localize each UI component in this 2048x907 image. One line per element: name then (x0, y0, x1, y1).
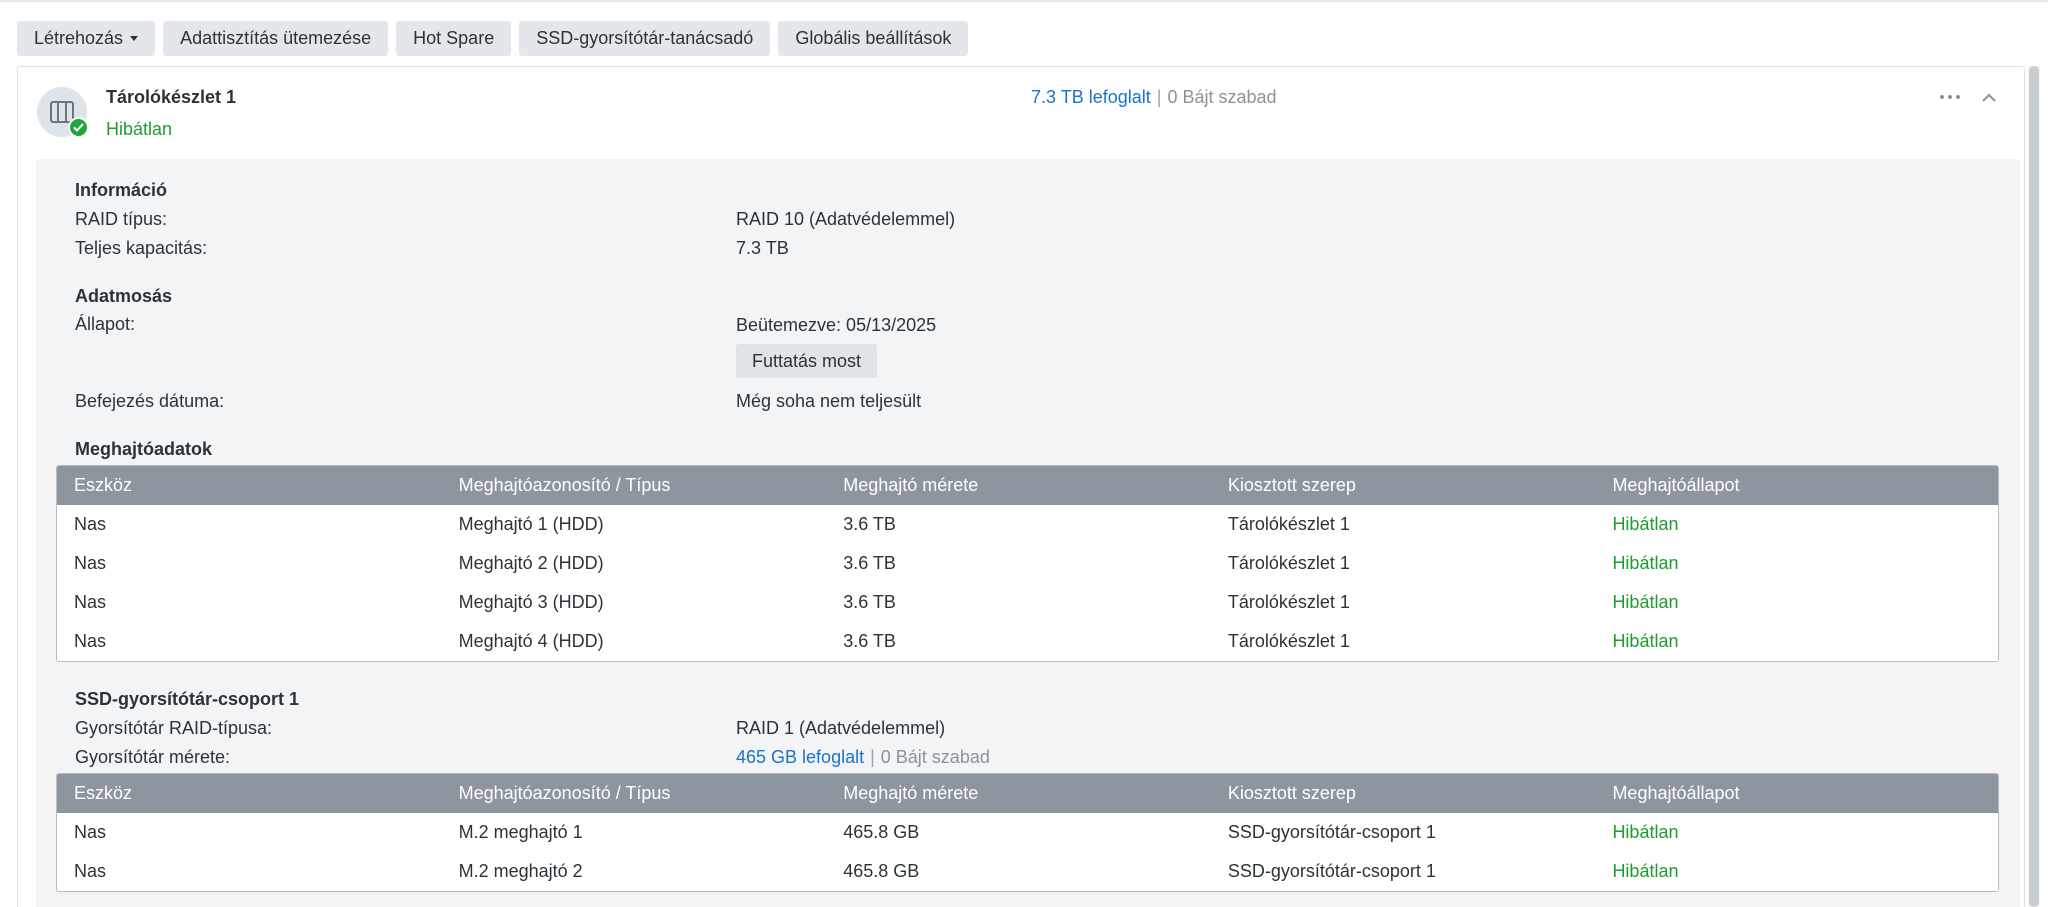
table-row[interactable]: Nas Meghajtó 2 (HDD) 3.6 TB Tárolókészle… (57, 544, 1998, 583)
role-cell: SSD-gyorsítótár-csoport 1 (1227, 861, 1436, 881)
table-row[interactable]: Nas Meghajtó 4 (HDD) 3.6 TB Tárolókészle… (57, 622, 1998, 661)
hot-spare-button[interactable]: Hot Spare (396, 21, 512, 56)
scrollbar-thumb[interactable] (2029, 66, 2039, 907)
info-section-title: Információ (75, 180, 168, 200)
cache-raid-value: RAID 1 (Adatvédelemmel) (736, 718, 946, 738)
drives-table: Eszköz Meghajtóazonosító / Típus Meghajt… (56, 465, 1999, 662)
more-options-icon[interactable] (1936, 85, 1964, 109)
drive-id-cell: Meghajtó 2 (HDD) (458, 553, 604, 573)
table-header: Eszköz Meghajtóazonosító / Típus Meghajt… (57, 466, 1998, 505)
global-settings-button[interactable]: Globális beállítások (778, 21, 969, 56)
role-cell: Tárolókészlet 1 (1227, 514, 1350, 534)
role-cell: Tárolókészlet 1 (1227, 631, 1350, 651)
column-header[interactable]: Meghajtóazonosító / Típus (442, 774, 827, 813)
create-label: Létrehozás (34, 28, 124, 48)
caret-down-icon (130, 36, 139, 41)
usage-separator: | (1156, 87, 1162, 107)
column-header[interactable]: Meghajtó mérete (826, 774, 1211, 813)
drive-size-cell: 465.8 GB (843, 822, 920, 842)
device-cell: Nas (74, 514, 107, 534)
device-cell: Nas (74, 861, 107, 881)
column-header[interactable]: Meghajtó mérete (826, 466, 1211, 505)
ssd-advisor-button[interactable]: SSD-gyorsítótár-tanácsadó (519, 21, 771, 56)
table-row[interactable]: Nas Meghajtó 1 (HDD) 3.6 TB Tárolókészle… (57, 505, 1998, 544)
drive-status-cell: Hibátlan (1612, 592, 1679, 612)
scrubbing-section-title: Adatmosás (75, 286, 173, 306)
drive-status-cell: Hibátlan (1612, 514, 1679, 534)
drive-id-cell: Meghajtó 4 (HDD) (458, 631, 604, 651)
drive-id-cell: Meghajtó 3 (HDD) (458, 592, 604, 612)
completion-date-label: Befejezés dátuma: (75, 391, 225, 411)
role-cell: Tárolókészlet 1 (1227, 592, 1350, 612)
drive-status-cell: Hibátlan (1612, 822, 1679, 842)
column-header[interactable]: Eszköz (57, 774, 442, 813)
scrub-schedule-button[interactable]: Adattisztítás ütemezése (163, 21, 389, 56)
device-cell: Nas (74, 553, 107, 573)
role-cell: Tárolókészlet 1 (1227, 553, 1350, 573)
table-row[interactable]: Nas M.2 meghajtó 2 465.8 GB SSD-gyorsító… (57, 852, 1998, 891)
column-header[interactable]: Meghajtóállapot (1595, 466, 1998, 505)
cache-size-value: 465 GB lefoglalt | 0 Bájt szabad (736, 747, 990, 768)
vertical-scrollbar[interactable] (2028, 66, 2040, 907)
column-header[interactable]: Meghajtóállapot (1595, 774, 1998, 813)
healthy-check-icon (68, 117, 89, 138)
column-header[interactable]: Kiosztott szerep (1211, 774, 1596, 813)
pool-title: Tárolókészlet 1 (106, 87, 237, 107)
scrub-state-label: Állapot: (75, 314, 136, 334)
capacity-label: Teljes kapacitás: (75, 238, 208, 258)
device-cell: Nas (74, 822, 107, 842)
cache-drives-table: Eszköz Meghajtóazonosító / Típus Meghajt… (56, 773, 1999, 892)
column-header[interactable]: Kiosztott szerep (1211, 466, 1596, 505)
pool-used-link[interactable]: 7.3 TB lefoglalt (1031, 87, 1151, 107)
cache-free: 0 Bájt szabad (880, 747, 990, 767)
pool-status: Hibátlan (106, 119, 173, 139)
cache-section-title: SSD-gyorsítótár-csoport 1 (75, 689, 300, 709)
run-now-button[interactable]: Futtatás most (736, 344, 878, 378)
toolbar: Létrehozás Adattisztítás ütemezése Hot S… (17, 21, 969, 56)
device-cell: Nas (74, 592, 107, 612)
drive-size-cell: 465.8 GB (843, 861, 920, 881)
table-row[interactable]: Nas Meghajtó 3 (HDD) 3.6 TB Tárolókészle… (57, 583, 1998, 622)
drive-status-cell: Hibátlan (1612, 631, 1679, 651)
drive-size-cell: 3.6 TB (843, 592, 896, 612)
drive-id-cell: M.2 meghajtó 1 (458, 822, 583, 842)
drives-section-title: Meghajtóadatok (75, 439, 213, 459)
usage-separator: | (870, 747, 875, 767)
drive-status-cell: Hibátlan (1612, 553, 1679, 573)
completion-date-value: Még soha nem teljesült (736, 391, 922, 411)
drive-id-cell: M.2 meghajtó 2 (458, 861, 583, 881)
chevron-up-icon[interactable] (1979, 87, 1999, 107)
device-cell: Nas (74, 631, 107, 651)
drive-id-cell: Meghajtó 1 (HDD) (458, 514, 604, 534)
pool-usage: 7.3 TB lefoglalt | 0 Bájt szabad (1031, 87, 1277, 108)
raid-type-value: RAID 10 (Adatvédelemmel) (736, 209, 956, 229)
column-header[interactable]: Meghajtóazonosító / Típus (442, 466, 827, 505)
storage-pool-panel: Tárolókészlet 1 Hibátlan 7.3 TB lefoglal… (17, 66, 2025, 907)
column-header[interactable]: Eszköz (57, 466, 442, 505)
top-divider (0, 0, 2048, 2)
capacity-value: 7.3 TB (736, 238, 789, 258)
cache-raid-label: Gyorsítótár RAID-típusa: (75, 718, 273, 738)
cache-used-link[interactable]: 465 GB lefoglalt (736, 747, 864, 767)
table-row[interactable]: Nas M.2 meghajtó 1 465.8 GB SSD-gyorsító… (57, 813, 1998, 852)
cache-size-label: Gyorsítótár mérete: (75, 747, 231, 767)
drive-size-cell: 3.6 TB (843, 631, 896, 651)
raid-type-label: RAID típus: (75, 209, 168, 229)
drive-size-cell: 3.6 TB (843, 553, 896, 573)
drive-status-cell: Hibátlan (1612, 861, 1679, 881)
storage-pool-icon (37, 87, 89, 138)
table-header: Eszköz Meghajtóazonosító / Típus Meghajt… (57, 774, 1998, 813)
drive-size-cell: 3.6 TB (843, 514, 896, 534)
role-cell: SSD-gyorsítótár-csoport 1 (1227, 822, 1436, 842)
pool-detail: Információ RAID típus: RAID 10 (Adatvéde… (36, 159, 2020, 907)
pool-free: 0 Bájt szabad (1167, 87, 1277, 107)
create-dropdown-button[interactable]: Létrehozás (17, 21, 156, 56)
scrub-state-value: Beütemezve: 05/13/2025 (736, 315, 937, 335)
